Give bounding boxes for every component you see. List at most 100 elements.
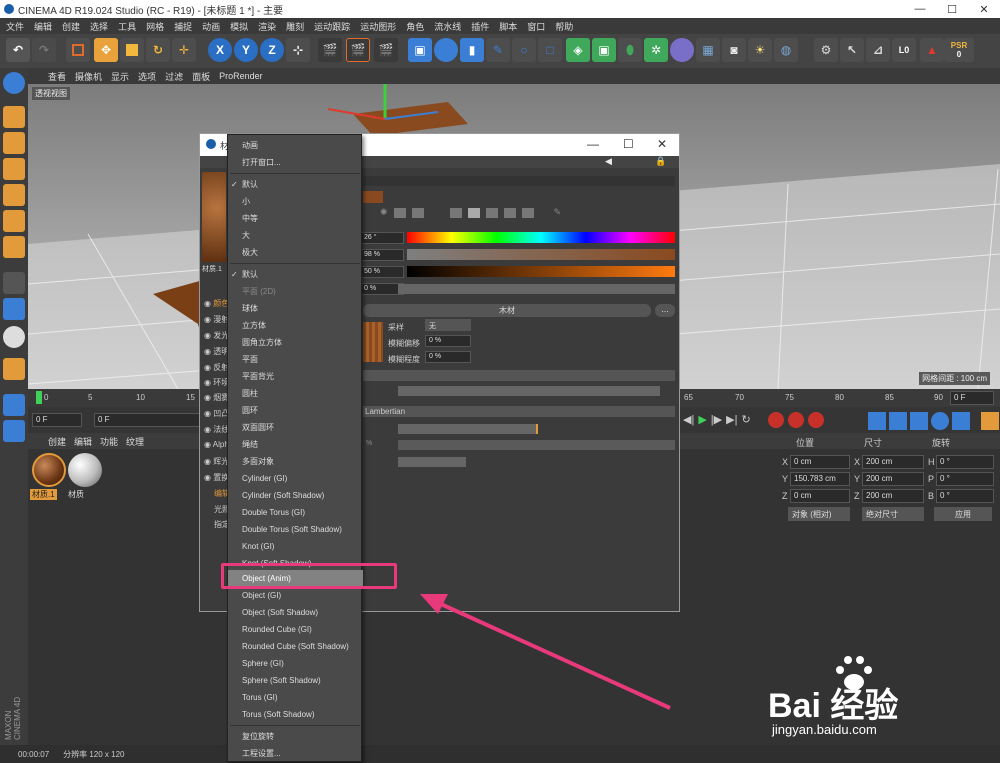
sampling-select[interactable]: 无 (425, 319, 471, 331)
size-z-field[interactable]: 200 cm (862, 489, 924, 503)
hsv-icon[interactable] (467, 207, 480, 218)
menu-item-object-soft-shadow[interactable]: Object (Soft Shadow) (228, 604, 363, 621)
minimize-button[interactable]: — (904, 3, 936, 16)
model-mode-icon[interactable] (3, 106, 25, 128)
sphere-icon[interactable] (434, 38, 458, 62)
rectangle-spline-icon[interactable]: □ (538, 38, 562, 62)
menu-item-sphere[interactable]: 球体 (228, 300, 363, 317)
subdivision-icon[interactable]: ◈ (566, 38, 590, 62)
menu-item-object-gi[interactable]: Object (GI) (228, 587, 363, 604)
end-frame-field[interactable]: 0 F (950, 391, 994, 405)
texture-options-button[interactable]: ... (655, 304, 675, 317)
brightness-slider[interactable] (398, 284, 675, 294)
rotate-icon[interactable]: ↻ (146, 38, 170, 62)
menu-item-knot[interactable]: 绳结 (228, 436, 363, 453)
lock-alt-icon[interactable] (3, 420, 25, 442)
rotation-b-field[interactable]: 0 ° (936, 489, 994, 503)
y-axis-button[interactable]: Y (234, 38, 258, 62)
menu-item-size-default[interactable]: 默认 (228, 176, 363, 193)
scale-key-icon[interactable] (889, 412, 907, 430)
pla-key-icon[interactable] (952, 412, 970, 430)
position-y-field[interactable]: 150.783 cm (790, 472, 850, 486)
blur-scale-field[interactable]: 0 % (425, 351, 471, 363)
menu-mesh[interactable]: 网格 (146, 20, 164, 33)
keyframe-selection-icon[interactable] (808, 412, 824, 428)
deformer-icon[interactable] (670, 38, 694, 62)
lock-icon[interactable] (3, 394, 25, 416)
menu-item-open-window[interactable]: 打开窗口... (228, 154, 363, 171)
menu-item-torus-gi[interactable]: Torus (GI) (228, 689, 363, 706)
texture-button[interactable]: 木材 (363, 304, 651, 317)
position-z-field[interactable]: 0 cm (790, 489, 850, 503)
menu-file[interactable]: 文件 (6, 20, 24, 33)
rgb-icon[interactable] (449, 207, 462, 218)
menu-item-knot-gi[interactable]: Knot (GI) (228, 538, 363, 555)
autokey-icon[interactable] (788, 412, 804, 428)
kelvin-icon[interactable] (485, 207, 498, 218)
light-icon[interactable]: ☀ (748, 38, 772, 62)
playhead[interactable] (36, 391, 42, 404)
color-wheel-icon[interactable]: ✺ (380, 207, 388, 218)
menu-item-reset-rotation[interactable]: 复位旋转 (228, 728, 363, 745)
mixer-icon[interactable] (503, 207, 516, 218)
transform-icon[interactable]: ✛ (172, 38, 196, 62)
menu-item-scene-default[interactable]: 默认 (228, 266, 363, 283)
record-key-icon[interactable] (768, 412, 784, 428)
menu-motion-tracker[interactable]: 运动跟踪 (314, 20, 350, 33)
eyedropper-icon[interactable]: ✎ (554, 207, 562, 218)
menu-plugins[interactable]: 插件 (471, 20, 489, 33)
menu-item-size-small[interactable]: 小 (228, 193, 363, 210)
material-menu-function[interactable]: 功能 (100, 435, 118, 448)
menu-tools[interactable]: 工具 (118, 20, 136, 33)
channel-glow[interactable]: ◉ 辉光 (204, 456, 229, 467)
swatches-icon[interactable] (521, 207, 534, 218)
points-mode-icon[interactable] (3, 184, 25, 206)
menu-item-torus-soft-shadow[interactable]: Torus (Soft Shadow) (228, 706, 363, 723)
x-axis-button[interactable]: X (208, 38, 232, 62)
move-icon[interactable]: ✥ (94, 38, 118, 62)
menu-item-plane-backlight[interactable]: 平面背光 (228, 368, 363, 385)
menu-pipeline[interactable]: 流水线 (434, 20, 461, 33)
menu-window[interactable]: 窗口 (527, 20, 545, 33)
edges-mode-icon[interactable] (3, 210, 25, 232)
channel-normal[interactable]: ◉ 法线 (204, 424, 229, 435)
snap-icon[interactable] (3, 326, 25, 348)
cube-icon[interactable]: ▣ (408, 38, 432, 62)
viewport-menu-display[interactable]: 显示 (111, 70, 129, 83)
go-to-end-icon[interactable]: ▶| (726, 413, 737, 426)
close-button[interactable]: ✕ (968, 3, 1000, 16)
play-icon[interactable]: ▶ (698, 413, 706, 426)
material-menu-texture[interactable]: 纹理 (126, 435, 144, 448)
z-axis-button[interactable]: Z (260, 38, 284, 62)
menu-item-rounded-cube[interactable]: 圆角立方体 (228, 334, 363, 351)
gear-icon[interactable]: ⚙ (814, 38, 838, 62)
hue-field[interactable]: 26 ° (360, 232, 404, 244)
axis-lock-icon[interactable]: ▲ (920, 38, 944, 62)
menu-item-sphere-soft-shadow[interactable]: Sphere (Soft Shadow) (228, 672, 363, 689)
menu-item-rounded-cube-gi[interactable]: Rounded Cube (GI) (228, 621, 363, 638)
dialog-maximize-button[interactable]: ☐ (623, 137, 634, 151)
magnet-icon[interactable] (3, 358, 25, 380)
dialog-close-button[interactable]: ✕ (657, 137, 667, 151)
menu-item-size-large[interactable]: 大 (228, 227, 363, 244)
menu-item-animation[interactable]: 动画 (228, 137, 363, 154)
tweak-mode-icon[interactable] (3, 298, 25, 320)
menu-select[interactable]: 选择 (90, 20, 108, 33)
undo-icon[interactable]: ↶ (6, 38, 30, 62)
viewport-menu-filter[interactable]: 过滤 (165, 70, 183, 83)
coordinate-mode-select[interactable]: 对象 (相对) (788, 507, 850, 521)
extrude-icon[interactable]: ▣ (592, 38, 616, 62)
scale-icon[interactable] (120, 38, 144, 62)
menu-sculpt[interactable]: 雕刻 (286, 20, 304, 33)
hue-slider[interactable] (407, 232, 675, 243)
menu-animate[interactable]: 动画 (202, 20, 220, 33)
apply-button[interactable]: 应用 (934, 507, 992, 521)
material-name-field[interactable]: 材质.1 (202, 264, 226, 276)
viewport-menu-prorender[interactable]: ProRender (219, 71, 263, 81)
menu-snap[interactable]: 捕捉 (174, 20, 192, 33)
current-frame-field[interactable]: 0 F (32, 413, 82, 427)
psr-button[interactable]: PSR 0 (944, 38, 974, 62)
menu-item-double-torus-gi[interactable]: Double Torus (GI) (228, 504, 363, 521)
channel-transparency[interactable]: ◉ 透明 (204, 346, 229, 357)
start-frame-field[interactable]: 0 F (94, 413, 204, 427)
